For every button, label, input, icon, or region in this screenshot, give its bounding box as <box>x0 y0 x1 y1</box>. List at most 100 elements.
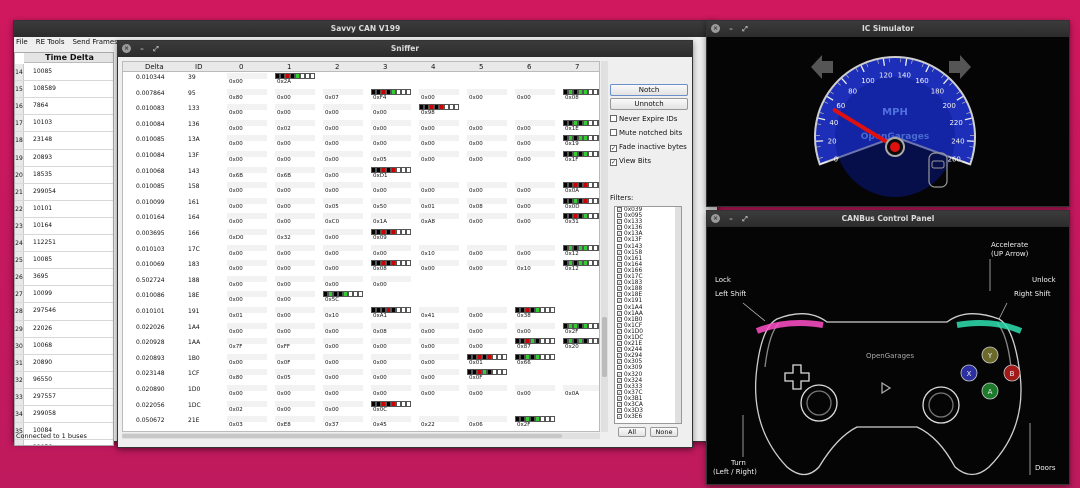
byte-value: 0x00 <box>277 94 291 101</box>
table-row[interactable]: 32 96550 <box>15 371 113 389</box>
byte-value: 0x00 <box>325 250 339 257</box>
y-button-label[interactable]: Y <box>987 352 993 360</box>
table-row[interactable]: 30 10068 <box>15 337 113 355</box>
menu-item[interactable]: RE Tools <box>36 38 65 46</box>
table-row[interactable]: 22 10101 <box>15 200 113 218</box>
vertical-scrollbar[interactable] <box>601 61 608 432</box>
option-checkbox[interactable]: Never Expire IDs <box>610 115 677 123</box>
menu-item[interactable]: Send Frames <box>72 38 117 46</box>
right-trigger[interactable] <box>956 320 1023 334</box>
byte-cell: 0x6B <box>275 166 323 180</box>
select-none-button[interactable]: None <box>650 427 678 437</box>
table-row[interactable]: 23 10164 <box>15 217 113 236</box>
table-row[interactable]: 21 299054 <box>15 183 113 201</box>
sniffer-row[interactable]: 0.010103 17C 0x00 0x00 0x00 0x00 0x10 0x00 0x00 0… <box>123 244 599 258</box>
byte-value: 0x00 <box>469 94 483 101</box>
horizontal-scrollbar[interactable] <box>122 433 600 439</box>
sniffer-table[interactable]: Delta ID 0 1 2 3 4 5 6 7 0.010344 39 0x00 0x2A 0.00… <box>122 61 600 432</box>
byte-column-header[interactable]: 4 <box>431 63 435 71</box>
table-row[interactable]: 24 112251 <box>15 235 113 253</box>
sniffer-row[interactable]: 0.010083 133 0x00 0x00 0x00 0x00 0x98 <box>123 104 599 117</box>
x-button-label[interactable]: X <box>967 370 972 378</box>
unnotch-button[interactable]: Unnotch <box>610 98 688 110</box>
sniffer-row[interactable]: 0.010068 143 0x6B 0x6B 0x00 0xD1 <box>123 166 599 180</box>
maximize-icon[interactable]: ⤢ <box>741 25 749 33</box>
close-icon[interactable]: × <box>122 44 131 53</box>
menu-item[interactable]: File <box>16 38 28 46</box>
option-checkbox[interactable]: ✓ Fade inactive bytes <box>610 143 687 152</box>
delta-column-header[interactable]: Delta <box>145 63 164 71</box>
a-button-label[interactable]: A <box>988 388 993 396</box>
byte-column-header[interactable]: 5 <box>479 63 483 71</box>
sniffer-row[interactable]: 0.003695 166 0xD0 0x32 0x00 0x09 <box>123 229 599 242</box>
byte-column-header[interactable]: 1 <box>287 63 291 71</box>
scrollbar-thumb[interactable] <box>602 317 607 377</box>
option-checkbox[interactable]: Mute notched bits <box>610 129 682 137</box>
sniffer-row[interactable]: 0.010344 39 0x00 0x2A <box>123 73 599 86</box>
table-row[interactable]: 27 10099 <box>15 286 113 304</box>
sniffer-row[interactable]: 0.010101 191 0x01 0x00 0x10 0xA1 0x41 0x00 0x38 <box>123 307 599 320</box>
notch-button[interactable]: Notch <box>610 84 688 96</box>
byte-column-header[interactable]: 7 <box>575 63 579 71</box>
byte-value: 0x00 <box>229 281 243 288</box>
left-trigger[interactable] <box>755 320 824 334</box>
table-row[interactable]: 31 20890 <box>15 354 113 372</box>
byte-column-header[interactable]: 0 <box>239 63 243 71</box>
byte-column-header[interactable]: 2 <box>335 63 339 71</box>
sniffer-row[interactable]: 0.020890 1D0 0x00 0x00 0x00 0x00 0x00 0x00 0x00 0… <box>123 385 599 398</box>
sniffer-row[interactable]: 0.022026 1A4 0x00 0x00 0x00 0x08 0x00 0x00 0x00 0… <box>123 322 599 336</box>
table-row[interactable]: 15 108589 <box>15 81 113 99</box>
sniffer-row[interactable]: 0.010164 164 0x00 0x00 0xC0 0x1A 0xA8 0x00 0x00 0… <box>123 213 599 226</box>
minimize-icon[interactable]: – <box>138 45 146 53</box>
table-row[interactable]: 16 7864 <box>15 98 113 116</box>
sniffer-row[interactable]: 0.022056 1DC 0x02 0x00 0x00 0x0C <box>123 400 599 414</box>
sniffer-row[interactable]: 0.020893 1B0 0x00 0x0F 0x00 0x00 0x00 0x01 0x66 <box>123 353 599 367</box>
maximize-icon[interactable]: ⤢ <box>152 45 160 53</box>
filters-list[interactable]: ✓ 0x039 ✓ 0x095 ✓ 0x133 ✓ 0x136 ✓ 0x13A ✓ 0x13F ✓ 0x1… <box>614 206 682 424</box>
sniffer-row[interactable]: 0.010084 136 0x00 0x02 0x00 0x00 0x00 0x00 0x00 0… <box>123 119 599 133</box>
table-row[interactable]: 34 299058 <box>15 406 113 424</box>
maximize-icon[interactable]: ⤢ <box>741 215 749 223</box>
table-row[interactable]: 33 297557 <box>15 388 113 407</box>
frames-table[interactable]: Time Delta 14 10085 15 108589 16 7864 17 10103 1… <box>14 52 114 446</box>
id-column-header[interactable]: ID <box>195 63 202 71</box>
table-row[interactable]: 28 297546 <box>15 303 113 321</box>
table-row[interactable]: 36 22056 <box>15 440 113 445</box>
table-row[interactable]: 18 23148 <box>15 132 113 150</box>
minimize-icon[interactable]: – <box>727 215 735 223</box>
sniffer-row[interactable]: 0.010085 13A 0x00 0x00 0x00 0x00 0x00 0x00 0x00 0… <box>123 135 599 148</box>
table-row[interactable]: 19 20893 <box>15 149 113 167</box>
sniffer-row[interactable]: 0.010084 13F 0x00 0x00 0x00 0x05 0x00 0x00 0x00 0… <box>123 151 599 164</box>
filter-item[interactable]: ✓ 0x3E6 <box>615 414 681 420</box>
row-number: 23 <box>15 217 24 235</box>
gamepad-image[interactable]: Y X B A OpenGarages <box>707 227 1071 485</box>
byte-cell: 0x01 <box>419 197 467 211</box>
time-delta-header[interactable]: Time Delta <box>24 53 113 63</box>
sniffer-row[interactable]: 0.023148 1CF 0x80 0x05 0x00 0x00 0x00 0x0F <box>123 369 599 382</box>
close-icon[interactable]: × <box>711 214 720 223</box>
close-icon[interactable]: × <box>711 24 720 33</box>
table-row[interactable]: 29 22026 <box>15 320 113 338</box>
b-button-label[interactable]: B <box>1010 370 1015 378</box>
sniffer-row[interactable]: 0.010085 158 0x00 0x00 0x00 0x00 0x00 0x00 0x00 0… <box>123 182 599 195</box>
sniffer-row[interactable]: 0.007864 95 0x80 0x00 0x07 0xF4 0x00 0x00 0x00 0x… <box>123 88 599 102</box>
table-row[interactable]: 25 10085 <box>15 252 113 270</box>
sniffer-row[interactable]: 0.010099 161 0x00 0x00 0x05 0x50 0x01 0x08 0x00 0… <box>123 197 599 211</box>
table-row[interactable]: 14 10085 <box>15 64 113 82</box>
sniffer-row[interactable]: 0.502724 188 0x00 0x00 0x00 0x00 <box>123 275 599 289</box>
option-checkbox[interactable]: ✓ View Bits <box>610 157 651 166</box>
scrollbar-thumb[interactable] <box>122 434 562 438</box>
table-row[interactable]: 20 18535 <box>15 166 113 184</box>
sniffer-row[interactable]: 0.050672 21E 0x03 0xE8 0x37 0x45 0x22 0x06 0x2F <box>123 416 599 429</box>
minimize-icon[interactable]: – <box>727 25 735 33</box>
byte-cell: 0x00 <box>323 400 371 414</box>
select-all-button[interactable]: All <box>618 427 646 437</box>
sniffer-row[interactable]: 0.010069 183 0x00 0x00 0x00 0x08 0x00 0x00 0x10 0… <box>123 260 599 273</box>
table-row[interactable]: 26 3695 <box>15 269 113 287</box>
filters-scrollbar[interactable] <box>675 207 681 423</box>
sniffer-row[interactable]: 0.010086 18E 0x00 0x00 0x5C <box>123 291 599 304</box>
sniffer-row[interactable]: 0.020928 1AA 0x7F 0xFF 0x00 0x00 0x00 0x00 0x87 0… <box>123 338 599 351</box>
table-row[interactable]: 17 10103 <box>15 115 113 133</box>
byte-column-header[interactable]: 3 <box>383 63 387 71</box>
byte-column-header[interactable]: 6 <box>527 63 531 71</box>
